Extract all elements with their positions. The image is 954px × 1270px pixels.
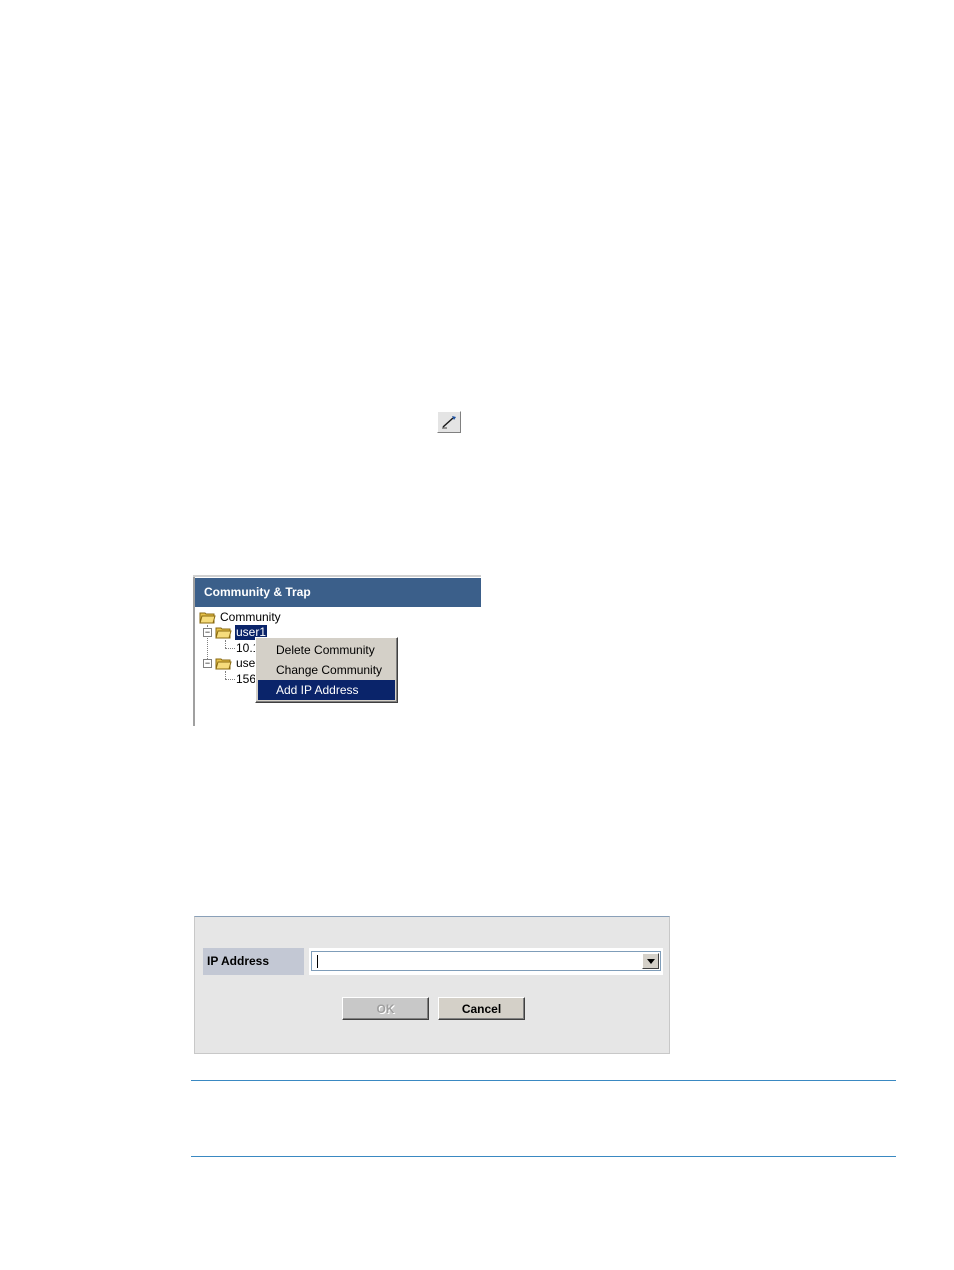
open-folder-icon (215, 627, 232, 639)
note-bottom-rule (191, 1156, 896, 1157)
menu-item-delete-community[interactable]: Delete Community (258, 640, 395, 660)
ok-button[interactable]: OK (342, 997, 429, 1020)
ip-address-field[interactable] (311, 951, 661, 971)
cancel-button[interactable]: Cancel (438, 997, 525, 1020)
menu-item-add-ip-address[interactable]: Add IP Address (258, 680, 395, 700)
ip-address-input[interactable] (314, 953, 638, 969)
panel-title: Community & Trap (195, 578, 481, 607)
ip-address-label: IP Address (203, 948, 304, 975)
tree-leaf[interactable]: 156 (236, 672, 256, 687)
chevron-down-icon[interactable] (642, 953, 659, 969)
note-top-rule (191, 1080, 896, 1081)
collapse-icon[interactable]: − (203, 628, 212, 637)
text-caret (317, 955, 318, 968)
collapse-icon[interactable]: − (203, 659, 212, 668)
tree-root-label: Community (220, 610, 281, 624)
edit-pencil-icon[interactable] (437, 411, 461, 433)
ip-address-combo (309, 948, 663, 975)
open-folder-icon (215, 658, 232, 670)
ip-address-dialog: IP Address OK Cancel (194, 916, 670, 1054)
tree-leaf-label: 156 (236, 672, 257, 686)
context-menu: Delete Community Change Community Add IP… (255, 637, 398, 703)
menu-item-change-community[interactable]: Change Community (258, 660, 395, 680)
open-folder-icon (199, 612, 216, 624)
tree-node-label: use (236, 656, 256, 670)
